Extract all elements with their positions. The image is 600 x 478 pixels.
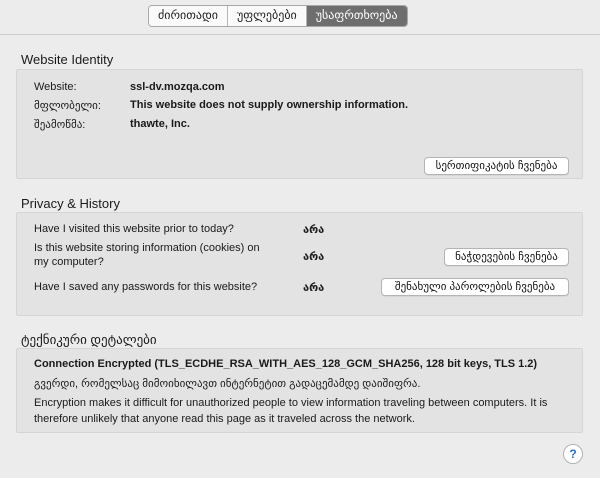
view-saved-passwords-button[interactable]: შენახული პაროლების ჩვენება — [381, 278, 569, 296]
owner-label: მფლობელი: — [34, 100, 101, 112]
tab-permissions[interactable]: უფლებები — [227, 6, 307, 26]
passwords-question: Have I saved any passwords for this webs… — [34, 281, 258, 293]
view-cookies-button[interactable]: ნაჭდევების ჩვენება — [444, 248, 569, 266]
encryption-note: გვერდი, რომელსაც მიმოიხილავთ ინტერნეტით … — [34, 378, 421, 390]
verifier-value: thawte, Inc. — [130, 118, 190, 130]
identity-title: Website Identity — [21, 52, 114, 67]
cookies-question-line1: Is this website storing information (coo… — [34, 242, 260, 254]
identity-box: Website: ssl-dv.mozqa.com მფლობელი: This… — [16, 69, 583, 179]
tab-general[interactable]: ძირითადი — [149, 6, 228, 26]
help-button[interactable]: ? — [563, 444, 583, 464]
owner-value: This website does not supply ownership i… — [130, 99, 409, 111]
header-divider — [0, 34, 600, 35]
technical-box: Connection Encrypted (TLS_ECDHE_RSA_WITH… — [16, 348, 583, 433]
privacy-title: Privacy & History — [21, 196, 120, 211]
tab-security[interactable]: უსაფრთხოება — [306, 6, 407, 26]
visited-question: Have I visited this website prior to tod… — [34, 223, 234, 235]
technical-title: ტექნიკური დეტალები — [21, 332, 157, 347]
connection-headline: Connection Encrypted (TLS_ECDHE_RSA_WITH… — [34, 358, 538, 370]
website-label: Website: — [34, 81, 77, 93]
encryption-explanation: Encryption makes it difficult for unauth… — [34, 397, 548, 425]
tab-bar: ძირითადი უფლებები უსაფრთხოება — [148, 5, 408, 27]
privacy-box: Have I visited this website prior to tod… — [16, 212, 583, 316]
verifier-label: შეამოწმა: — [34, 119, 86, 131]
cookies-question-line2: my computer? — [34, 256, 104, 268]
website-value: ssl-dv.mozqa.com — [130, 81, 225, 93]
cookies-answer: არა — [303, 251, 325, 263]
view-certificate-button[interactable]: სერთიფიკატის ჩვენება — [424, 157, 569, 175]
passwords-answer: არა — [303, 282, 325, 294]
visited-answer: არა — [303, 224, 325, 236]
